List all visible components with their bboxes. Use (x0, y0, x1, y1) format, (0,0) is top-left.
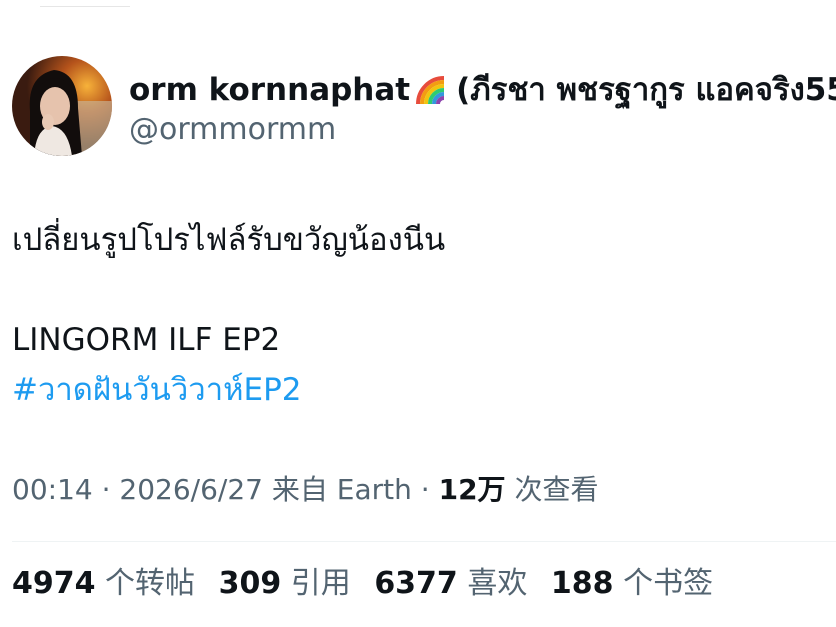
retweets-count: 4974 (12, 566, 96, 601)
views-label: 次查看 (514, 473, 599, 506)
author-handle[interactable]: @ormmormm (129, 110, 336, 150)
tweet-text-line: LINGORM ILF EP2 (12, 322, 281, 358)
tweet-stats: 4974 个转帖 309 引用 6377 喜欢 188 个书签 (12, 562, 727, 606)
quotes-count: 309 (218, 566, 282, 601)
likes-label: 喜欢 (467, 566, 528, 601)
author-name-text: orm kornnaphat (129, 72, 411, 108)
bookmarks-count: 188 (550, 566, 614, 601)
rainbow-icon (416, 76, 445, 105)
tweet-text: เปลี่ยนรูปโปรไฟล์รับขวัญน้องนีน LINGORM … (12, 215, 822, 415)
likes-stat[interactable]: 6377 喜欢 (374, 562, 527, 606)
tweet-meta: 00:14 · 2026/6/27 来自 Earth · 12万 次查看 (12, 470, 598, 510)
quotes-label: 引用 (290, 566, 351, 601)
views-count[interactable]: 12万 (439, 473, 506, 506)
quotes-stat[interactable]: 309 引用 (219, 562, 351, 606)
retweets-label: 个转帖 (105, 566, 196, 601)
author-name-suffix: (ภีรชา พชรฐากูร แอคจริง555 (456, 72, 836, 108)
meta-separator: · (411, 473, 439, 506)
bookmarks-label: 个书签 (623, 566, 714, 601)
tweet-text-line: เปลี่ยนรูปโปรไฟล์รับขวัญน้องนีน (12, 222, 446, 258)
tweet-time[interactable]: 00:14 (12, 473, 93, 506)
author-display-name[interactable]: orm kornnaphat (ภีรชา พชรฐากูร แอคจริง55… (129, 66, 836, 110)
likes-count: 6377 (374, 566, 458, 601)
tweet-header: orm kornnaphat (ภีรชา พชรฐากูร แอคจริง55… (12, 56, 836, 158)
divider (12, 541, 836, 542)
retweets-stat[interactable]: 4974 个转帖 (12, 562, 195, 606)
hashtag-link[interactable]: #วาดฝันวันวิวาห์EP2 (12, 365, 822, 415)
tweet-source: 来自 Earth (271, 473, 412, 506)
avatar[interactable] (12, 56, 112, 156)
tweet-text-spacer (12, 265, 822, 315)
meta-separator: · (92, 473, 120, 506)
previous-tweet-divider (40, 0, 130, 7)
avatar-image (12, 56, 112, 156)
tweet-date[interactable]: 2026/6/27 (119, 473, 263, 506)
bookmarks-stat[interactable]: 188 个书签 (551, 562, 713, 606)
